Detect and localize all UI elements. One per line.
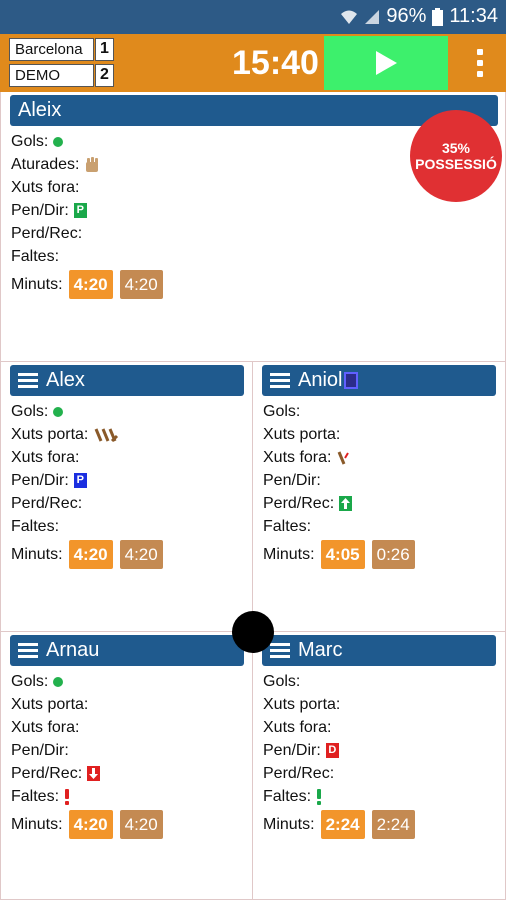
player-name-bar[interactable]: Alex [10,365,244,396]
stat-shots-on-label: Xuts porta: [11,696,89,713]
minutes-total: 4:20 [119,539,163,569]
stat-shots-on-label: Xuts porta: [11,426,89,443]
drag-handle-icon[interactable] [18,373,38,388]
away-team-score: 2 [95,64,114,87]
battery-icon [432,7,444,26]
foul-icon [64,788,70,805]
player-panel-alex[interactable]: Alex Gols: Xuts porta: Xuts fora: Pen/Di… [0,362,253,632]
minutes-total: 2:24 [371,809,415,839]
stat-saves-label: Aturades: [11,156,80,173]
stat-shots-on-label: Xuts porta: [263,426,341,443]
minutes-label: Minuts: [263,815,315,833]
minutes-current: 4:20 [68,809,113,839]
minutes-label: Minuts: [11,275,63,293]
stat-pen-dir-label: Pen/Dir: [263,472,321,489]
minutes-label: Minuts: [11,815,63,833]
stat-pen-dir-label: Pen/Dir: [11,202,69,219]
wifi-icon [340,9,358,25]
player-name: Alex [46,369,85,391]
stat-lost-recovered-label: Perd/Rec: [11,495,83,512]
stat-shots-off-label: Xuts fora: [263,719,332,736]
status-bar: 96% 11:34 [0,0,506,34]
stat-shots-off-label: Xuts fora: [11,179,80,196]
minutes-total: 4:20 [119,269,163,299]
home-team-score: 1 [95,38,114,61]
stat-shots-off-label: Xuts fora: [11,719,80,736]
stat-pen-dir-label: Pen/Dir: [11,742,69,759]
stat-pen-dir-label: Pen/Dir: [11,472,69,489]
play-button[interactable] [324,36,448,90]
minutes-label: Minuts: [11,545,63,563]
possession-label: POSSESSIÓ [415,156,497,172]
stat-fouls-label: Faltes: [263,788,312,805]
player-name-bar[interactable]: Arnau [10,635,244,666]
minutes-current: 4:05 [320,539,365,569]
stat-lost-recovered-label: Perd/Rec: [11,765,83,782]
overflow-menu-button[interactable] [472,46,488,80]
player-name: Marc [298,639,343,661]
recovered-ball-icon [339,496,353,511]
away-team-name: DEMO [9,64,94,87]
match-header: Barcelona 1 DEMO 2 15:40 [0,34,506,92]
player-panel-aniol[interactable]: Aniol Gols: Xuts porta: Xuts fora: Pen/D… [253,362,506,632]
signal-icon [364,9,380,25]
player-name-bar[interactable]: Marc [262,635,496,666]
player-name-bar[interactable]: Aniol [262,365,496,396]
penalty-badge-icon: P [73,203,87,218]
play-icon [376,51,397,75]
minutes-current: 4:20 [68,539,113,569]
match-timer: 15:40 [232,44,319,82]
player-name: Arnau [46,639,100,661]
minutes-total: 4:20 [119,809,163,839]
stat-shots-off-label: Xuts fora: [11,449,80,466]
stat-fouls-label: Faltes: [11,518,60,535]
shot-on-target-icon [93,427,119,443]
direct-free-kick-badge-icon: D [325,743,339,758]
stat-goals-label: Gols: [11,403,49,420]
minutes-total: 0:26 [371,539,415,569]
stat-goals-label: Gols: [11,133,49,150]
stat-shots-on-label: Xuts porta: [263,696,341,713]
stat-goals-label: Gols: [263,403,301,420]
stat-goals-label: Gols: [263,673,301,690]
stat-fouls-label: Faltes: [11,248,60,265]
stat-lost-recovered-label: Perd/Rec: [263,495,335,512]
foul-received-icon [316,788,322,805]
possession-indicator[interactable]: 35% POSSESSIÓ [410,110,502,202]
stat-fouls-label: Faltes: [263,518,312,535]
stat-shots-off-label: Xuts fora: [263,449,332,466]
player-name: Aleix [18,99,62,121]
lost-ball-icon [87,766,101,781]
penalty-badge-icon: P [73,473,87,488]
player-name: Aniol [298,369,343,391]
goal-dot-icon [53,676,64,687]
home-team-name: Barcelona [9,38,94,61]
stat-goals-label: Gols: [11,673,49,690]
drag-handle-icon[interactable] [270,373,290,388]
glove-icon [84,156,100,173]
goal-dot-icon [53,406,64,417]
battery-percent: 96% [386,5,427,27]
drag-handle-icon[interactable] [18,643,38,658]
player-panel-arnau[interactable]: Arnau Gols: Xuts porta: Xuts fora: Pen/D… [0,632,253,900]
stat-fouls-label: Faltes: [11,788,60,805]
shot-off-target-icon [336,450,350,466]
possession-percent: 35% [441,140,471,156]
stat-lost-recovered-label: Perd/Rec: [263,765,335,782]
player-panel-marc[interactable]: Marc Gols: Xuts porta: Xuts fora: Pen/Di… [253,632,506,900]
minutes-current: 4:20 [68,269,113,299]
stat-lost-recovered-label: Perd/Rec: [11,225,83,242]
goal-dot-icon [53,136,64,147]
substitute-flag-icon [344,372,359,389]
clock: 11:34 [449,5,498,27]
minutes-current: 2:24 [320,809,365,839]
ball-position-marker[interactable] [232,611,274,653]
stat-pen-dir-label: Pen/Dir: [263,742,321,759]
minutes-label: Minuts: [263,545,315,563]
drag-handle-icon[interactable] [270,643,290,658]
